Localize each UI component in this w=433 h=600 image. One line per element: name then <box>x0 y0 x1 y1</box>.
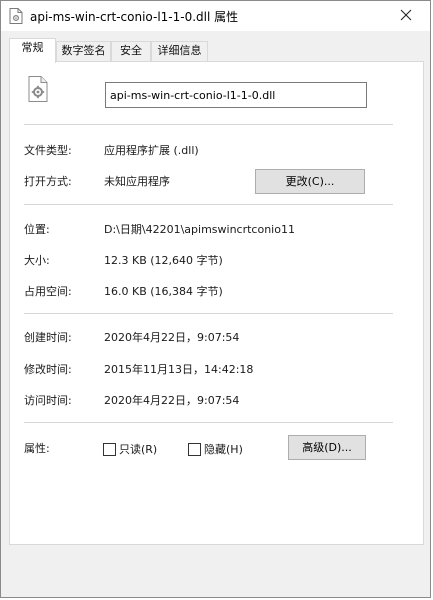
readonly-checkbox-box[interactable] <box>103 442 116 456</box>
general-panel: 文件类型: 应用程序扩展 (.dll) 打开方式: 未知应用程序 更改(C)..… <box>9 61 424 545</box>
modified-label: 修改时间: <box>24 363 72 376</box>
tab-security[interactable]: 安全 <box>111 41 151 61</box>
hidden-checkbox-label: 隐藏(H) <box>204 443 243 456</box>
close-button[interactable] <box>388 3 424 29</box>
size-on-disk-value: 16.0 KB (16,384 字节) <box>104 285 223 298</box>
separator <box>24 124 393 125</box>
separator <box>24 313 393 314</box>
location-value: D:\日期\42201\apimswincrtconio11 <box>104 223 295 236</box>
tab-digital-signature[interactable]: 数字签名 <box>56 41 111 61</box>
file-type-label: 文件类型: <box>24 144 72 157</box>
separator <box>24 204 393 205</box>
hidden-checkbox-box[interactable] <box>188 442 201 456</box>
size-value: 12.3 KB (12,640 字节) <box>104 254 223 267</box>
window-title: api-ms-win-crt-conio-l1-1-0.dll 属性 <box>30 10 239 24</box>
open-with-value: 未知应用程序 <box>104 175 170 188</box>
properties-dialog: api-ms-win-crt-conio-l1-1-0.dll 属性 常规 数字… <box>0 0 431 598</box>
title-bar: api-ms-win-crt-conio-l1-1-0.dll 属性 <box>1 1 430 31</box>
attributes-label: 属性: <box>24 442 50 455</box>
location-label: 位置: <box>24 223 50 236</box>
created-label: 创建时间: <box>24 331 72 344</box>
hidden-checkbox[interactable]: 隐藏(H) <box>188 441 243 457</box>
modified-value: 2015年11月13日，14:42:18 <box>104 363 254 376</box>
tab-details[interactable]: 详细信息 <box>151 41 208 61</box>
open-with-label: 打开方式: <box>24 175 72 188</box>
advanced-button[interactable]: 高级(D)... <box>288 435 366 460</box>
file-type-value: 应用程序扩展 (.dll) <box>104 144 199 157</box>
dll-gear-file-icon <box>28 76 48 102</box>
size-label: 大小: <box>24 254 50 267</box>
change-button[interactable]: 更改(C)... <box>255 169 365 194</box>
tab-strip: 常规 数字签名 安全 详细信息 <box>9 38 429 63</box>
readonly-checkbox[interactable]: 只读(R) <box>103 441 157 457</box>
dll-file-icon <box>9 8 23 24</box>
readonly-checkbox-label: 只读(R) <box>119 443 158 456</box>
size-on-disk-label: 占用空间: <box>24 285 72 298</box>
file-name-input[interactable] <box>105 82 367 108</box>
accessed-value: 2020年4月22日，9:07:54 <box>104 394 240 407</box>
accessed-label: 访问时间: <box>24 394 72 407</box>
created-value: 2020年4月22日，9:07:54 <box>104 331 240 344</box>
separator <box>24 422 393 423</box>
tab-general[interactable]: 常规 <box>9 38 56 63</box>
close-icon <box>400 9 412 24</box>
